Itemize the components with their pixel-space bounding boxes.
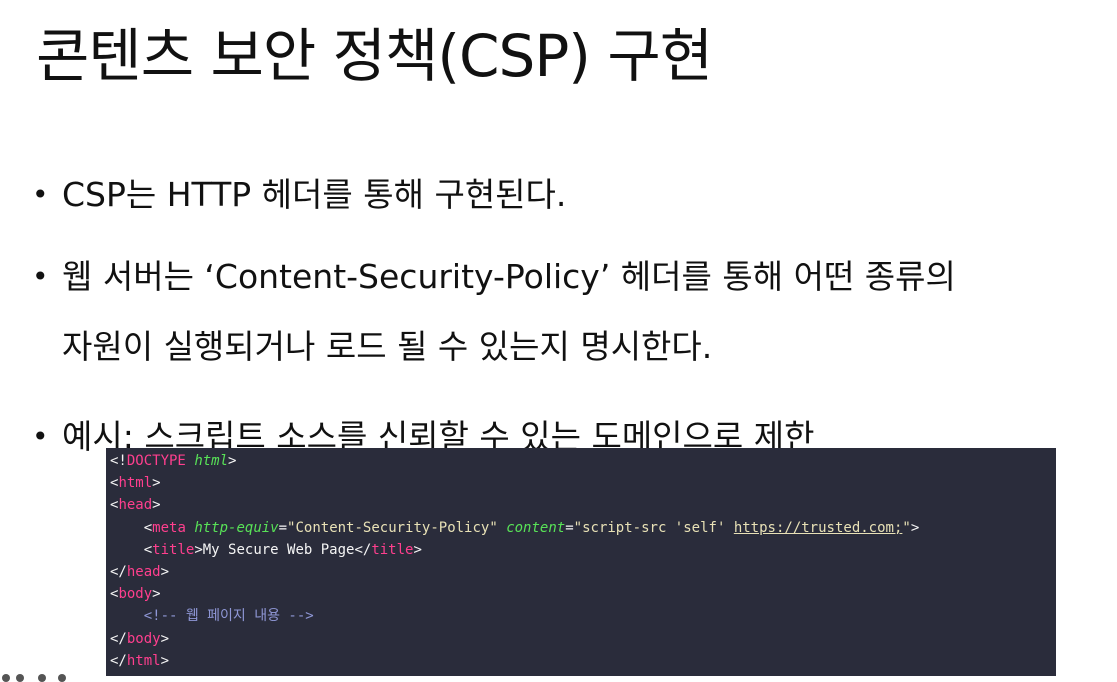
bullet-text-continuation: 자원이 실행되거나 로드 될 수 있는지 명시한다. <box>62 327 713 366</box>
code-punct: > <box>152 497 161 514</box>
code-string: "script-src 'self' <box>573 519 734 536</box>
code-punct: > <box>228 453 237 469</box>
bullet-item: • CSP는 HTTP 헤더를 통해 구현된다. <box>30 160 1090 230</box>
code-tag: body <box>118 586 153 603</box>
code-tag: head <box>126 563 161 580</box>
code-url: https://trusted.com; <box>733 519 903 536</box>
code-keyword: DOCTYPE <box>126 453 186 469</box>
bullet-item: • 웹 서버는 ‘Content-Security-Policy’ 헤더를 통해… <box>30 242 1090 382</box>
code-punct: > <box>160 630 170 647</box>
code-punct: < <box>143 541 153 558</box>
code-line: <!-- 웹 페이지 내용 --> <box>110 605 1056 627</box>
code-punct: = <box>565 519 574 536</box>
bullet-list: • CSP는 HTTP 헤더를 통해 구현된다. • 웹 서버는 ‘Conten… <box>30 160 1090 472</box>
slide-title: 콘텐츠 보안 정책(CSP) 구현 <box>36 22 713 90</box>
taskbar-icon[interactable] <box>16 674 24 682</box>
code-punct: = <box>278 519 288 536</box>
code-punct: < <box>143 519 153 536</box>
code-tag: html <box>126 652 161 669</box>
bullet-text: CSP는 HTTP 헤더를 통해 구현된다. <box>62 175 567 214</box>
code-line: </body> <box>110 628 1056 650</box>
code-attr: http-equiv <box>194 519 279 536</box>
code-string: " <box>902 519 911 536</box>
code-block: <!DOCTYPE html> <html> <head> <meta http-e… <box>106 448 1056 676</box>
code-string: "Content-Security-Policy" <box>287 519 498 536</box>
code-text: My Secure Web Page <box>202 541 355 558</box>
code-punct: </ <box>110 630 127 647</box>
code-line: <!DOCTYPE html> <box>110 450 1056 472</box>
code-punct: > <box>160 652 170 669</box>
taskbar-icon[interactable] <box>38 674 46 682</box>
code-punct: </ <box>354 541 372 558</box>
code-punct: > <box>194 541 203 558</box>
code-attr: content <box>506 519 566 536</box>
bullet-text: 웹 서버는 ‘Content-Security-Policy’ 헤더를 통해 어… <box>62 257 956 296</box>
code-line: <head> <box>110 494 1056 516</box>
code-punct: > <box>160 563 170 580</box>
code-punct: > <box>152 586 161 603</box>
code-line: <title>My Secure Web Page</title> <box>110 539 1056 561</box>
code-tag: meta <box>152 519 186 536</box>
code-punct: </ <box>110 563 127 580</box>
bullet-dot: • <box>32 420 49 453</box>
code-line: </head> <box>110 561 1056 583</box>
code-tag: html <box>118 475 153 492</box>
code-line: <html> <box>110 472 1056 494</box>
code-line: <body> <box>110 583 1056 605</box>
code-comment: <!-- 웹 페이지 내용 --> <box>143 608 314 625</box>
taskbar-icons <box>0 672 80 682</box>
taskbar-icon[interactable] <box>2 674 10 682</box>
code-punct: > <box>910 519 920 536</box>
code-punct: > <box>152 475 161 492</box>
taskbar-icon[interactable] <box>58 674 66 682</box>
bullet-dot: • <box>32 260 49 293</box>
code-attr: html <box>194 453 229 469</box>
code-tag: title <box>371 541 414 558</box>
bullet-dot: • <box>32 178 49 211</box>
code-tag: title <box>152 541 195 558</box>
code-line: </html> <box>110 650 1056 672</box>
code-punct: <! <box>110 453 127 469</box>
code-tag: head <box>118 497 153 514</box>
code-line: <meta http-equiv="Content-Security-Polic… <box>110 517 1056 539</box>
code-tag: body <box>126 630 161 647</box>
code-punct: > <box>413 541 422 558</box>
code-punct: </ <box>110 652 127 669</box>
